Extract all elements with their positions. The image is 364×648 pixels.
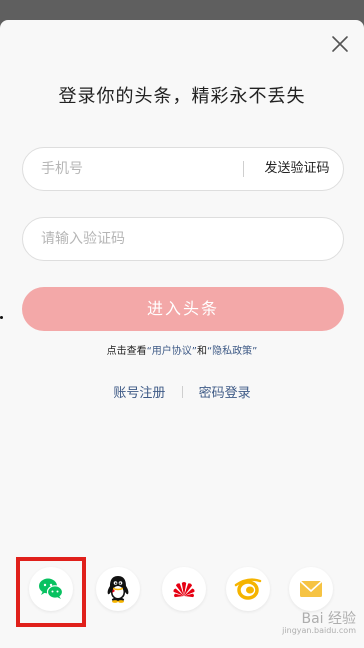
close-icon[interactable] (330, 34, 350, 54)
register-link[interactable]: 账号注册 (113, 386, 165, 401)
watermark-subtext: jingyan.baidu.com (282, 626, 356, 636)
password-login-link[interactable]: 密码登录 (199, 386, 251, 401)
send-code-button[interactable]: 发送验证码 (249, 148, 345, 190)
dialog-title: 登录你的头条，精彩永不丢失 (58, 86, 306, 107)
tianyi-icon (234, 578, 262, 600)
privacy-link[interactable]: “隐私政策” (207, 346, 257, 357)
qq-icon (107, 576, 129, 603)
code-field[interactable] (22, 217, 344, 261)
mail-login-button[interactable] (289, 567, 333, 611)
huawei-login-button[interactable] (162, 567, 206, 611)
agreement-prefix: 点击查看 (106, 346, 147, 357)
agreement-middle: 和 (197, 346, 207, 357)
terms-link[interactable]: “用户协议” (147, 346, 197, 357)
submit-button[interactable]: 进入头条 (22, 287, 344, 331)
mail-icon (299, 580, 323, 597)
code-input[interactable] (41, 218, 331, 260)
qq-login-button[interactable] (96, 567, 140, 611)
phone-input[interactable] (41, 148, 241, 190)
login-dialog: 登录你的头条，精彩永不丢失 (0, 20, 364, 648)
stray-dot (0, 316, 3, 319)
phone-field-divider (243, 161, 244, 177)
phone-field[interactable]: 发送验证码 (22, 147, 344, 191)
watermark-text: Bai 经验 (301, 610, 356, 627)
wechat-highlight-box (16, 557, 86, 627)
tianyi-login-button[interactable] (226, 567, 270, 611)
huawei-icon (173, 582, 195, 598)
alt-login-links: 账号注册 密码登录 (0, 382, 364, 401)
agreement-text: 点击查看“用户协议”和“隐私政策” (0, 342, 364, 357)
watermark: Bai 经验 jingyan.baidu.com (282, 610, 356, 636)
links-divider (181, 386, 183, 398)
